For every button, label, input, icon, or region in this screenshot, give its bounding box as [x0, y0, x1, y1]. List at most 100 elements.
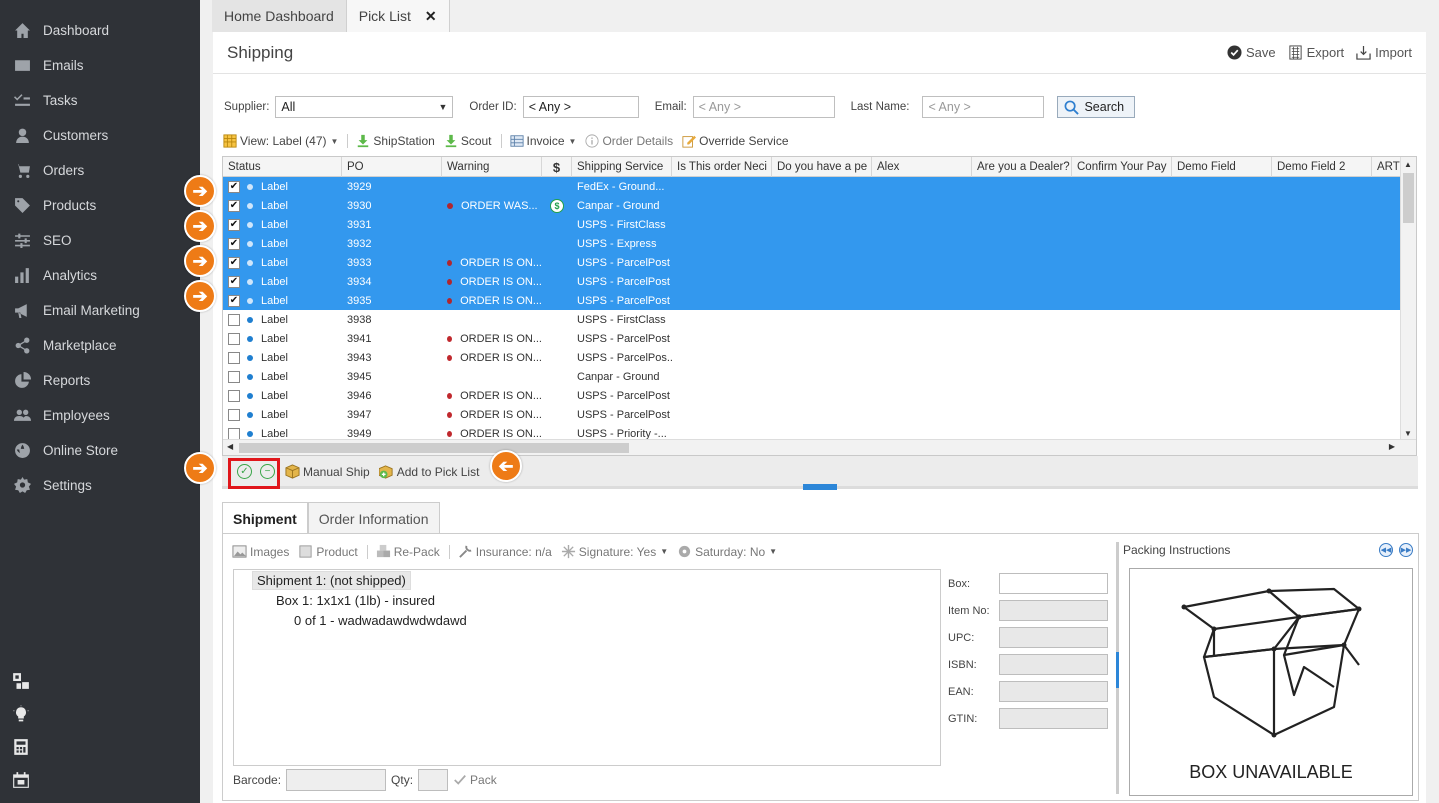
sidebar-item-online-store[interactable]: Online Store	[0, 433, 200, 468]
table-row[interactable]: Label 3947 ORDER IS ON... USPS - ParcelPost	[223, 405, 1416, 424]
vertical-splitter[interactable]	[1116, 542, 1119, 794]
override-service-button[interactable]: Override Service	[682, 134, 789, 148]
tree-node-shipment[interactable]: Shipment 1: (not shipped)	[252, 571, 411, 590]
column-header-shipping-service[interactable]: Shipping Service	[572, 157, 672, 177]
column-header-arth[interactable]: ARTH	[1372, 157, 1402, 177]
vertical-scrollbar[interactable]: ▲ ▼	[1400, 157, 1416, 441]
previous-icon[interactable]: ◀◀	[1379, 543, 1393, 557]
signature-button[interactable]: Signature: Yes ▼	[561, 544, 668, 559]
column-header-confirm-pay[interactable]: Confirm Your Pay	[1072, 157, 1172, 177]
column-header-custom-1[interactable]: Is This order Neci	[672, 157, 772, 177]
row-checkbox[interactable]: ✔	[228, 294, 240, 307]
next-icon[interactable]: ▶▶	[1399, 543, 1413, 557]
scroll-left-icon[interactable]: ◀	[227, 442, 233, 451]
horizontal-scrollbar[interactable]: ◀ ▶	[223, 439, 1416, 455]
sidebar-item-reports[interactable]: Reports	[0, 363, 200, 398]
column-header-po[interactable]: PO	[342, 157, 442, 177]
row-checkbox[interactable]	[228, 427, 240, 440]
tab-order-information[interactable]: Order Information	[307, 502, 440, 534]
row-checkbox[interactable]	[228, 332, 240, 345]
table-row[interactable]: ✔ Label 3930 ORDER WAS... $ Canpar - Ground	[223, 196, 1416, 215]
invoice-button[interactable]: Invoice ▼	[509, 134, 576, 148]
shipstation-button[interactable]: ShipStation	[356, 134, 435, 148]
column-header-alex[interactable]: Alex	[872, 157, 972, 177]
splitter-handle[interactable]	[803, 484, 837, 490]
tree-node-item[interactable]: 0 of 1 - wadwadawdwdwdawd	[294, 613, 467, 628]
column-header-money[interactable]: $	[542, 157, 572, 177]
repack-button[interactable]: Re-Pack	[376, 544, 440, 559]
tab-shipment[interactable]: Shipment	[222, 502, 308, 534]
column-header-dealer[interactable]: Are you a Dealer?	[972, 157, 1072, 177]
supplier-select[interactable]: All ▼	[275, 96, 454, 118]
table-row[interactable]: ✔ Label 3935 ORDER IS ON... USPS - ParcelPos…	[223, 291, 1416, 310]
sidebar-item-products[interactable]: Products	[0, 188, 200, 223]
product-button[interactable]: Product	[298, 544, 358, 559]
email-input[interactable]: < Any >	[692, 96, 835, 118]
table-row[interactable]: Label 3946 ORDER IS ON... USPS - ParcelPost	[223, 386, 1416, 405]
sidebar-item-employees[interactable]: Employees	[0, 398, 200, 433]
import-button[interactable]: Import	[1356, 45, 1412, 60]
add-to-pick-list-button[interactable]: Add to Pick List	[378, 464, 479, 479]
row-checkbox[interactable]: ✔	[228, 180, 240, 193]
sidebar-item-marketplace[interactable]: Marketplace	[0, 328, 200, 363]
order-details-button[interactable]: Order Details	[585, 134, 673, 148]
sidebar-item-tasks[interactable]: Tasks	[0, 83, 200, 118]
tab-home-dashboard[interactable]: Home Dashboard	[212, 0, 347, 32]
search-button[interactable]: Search	[1057, 96, 1136, 118]
view-selector[interactable]: View: Label (47) ▼	[223, 134, 338, 148]
tree-node-box[interactable]: Box 1: 1x1x1 (1lb) - insured	[276, 593, 435, 608]
sidebar-item-orders[interactable]: Orders	[0, 153, 200, 188]
images-button[interactable]: Images	[232, 544, 289, 559]
box-input[interactable]	[998, 573, 1108, 594]
row-checkbox[interactable]	[228, 389, 240, 402]
table-row[interactable]: ✔ Label 3933 ORDER IS ON... USPS - ParcelPos…	[223, 253, 1416, 272]
row-checkbox[interactable]	[228, 313, 240, 326]
table-row[interactable]: ✔ Label 3931 USPS - FirstClass	[223, 215, 1416, 234]
save-button[interactable]: Save	[1227, 45, 1276, 60]
scrollbar-thumb[interactable]	[239, 443, 629, 453]
pack-button[interactable]: Pack	[453, 773, 497, 787]
row-checkbox[interactable]: ✔	[228, 199, 240, 212]
column-header-custom-2[interactable]: Do you have a pe	[772, 157, 872, 177]
row-checkbox[interactable]: ✔	[228, 237, 240, 250]
splitter-handle[interactable]	[1116, 652, 1119, 688]
manual-ship-button[interactable]: Manual Ship	[285, 464, 370, 479]
row-checkbox[interactable]: ✔	[228, 275, 240, 288]
row-checkbox[interactable]	[228, 351, 240, 364]
saturday-button[interactable]: Saturday: No ▼	[677, 544, 777, 559]
table-row[interactable]: Label 3938 USPS - FirstClass	[223, 310, 1416, 329]
sidebar-item-email-marketing[interactable]: Email Marketing	[0, 293, 200, 328]
row-checkbox[interactable]: ✔	[228, 218, 240, 231]
scroll-right-icon[interactable]: ▶	[1389, 442, 1395, 451]
sidebar-item-seo[interactable]: SEO	[0, 223, 200, 258]
insurance-button[interactable]: Insurance: n/a	[458, 544, 552, 559]
table-row[interactable]: ✔ Label 3932 USPS - Express	[223, 234, 1416, 253]
column-header-warning[interactable]: Warning	[442, 157, 542, 177]
qty-input[interactable]	[418, 769, 449, 791]
sidebar-item-dashboard[interactable]: Dashboard	[0, 13, 200, 48]
table-row[interactable]: Label 3945 Canpar - Ground	[223, 367, 1416, 386]
sidebar-item-analytics[interactable]: Analytics	[0, 258, 200, 293]
column-header-demo-field-2[interactable]: Demo Field 2	[1272, 157, 1372, 177]
calendar-icon[interactable]	[10, 769, 32, 791]
table-row[interactable]: Label 3941 ORDER IS ON... USPS - ParcelPost	[223, 329, 1416, 348]
close-icon[interactable]: ✕	[425, 8, 437, 25]
layout-icon[interactable]	[10, 670, 32, 692]
order-id-input[interactable]: < Any >	[522, 96, 639, 118]
row-checkbox[interactable]	[228, 370, 240, 383]
sidebar-item-customers[interactable]: Customers	[0, 118, 200, 153]
sidebar-item-emails[interactable]: Emails	[0, 48, 200, 83]
scroll-up-icon[interactable]: ▲	[1404, 160, 1412, 169]
table-row[interactable]: ✔ Label 3929 FedEx - Ground...	[223, 177, 1416, 196]
row-checkbox[interactable]	[228, 408, 240, 421]
table-row[interactable]: Label 3943 ORDER IS ON... USPS - ParcelPos.…	[223, 348, 1416, 367]
table-row[interactable]: ✔ Label 3934 ORDER IS ON... USPS - ParcelPos…	[223, 272, 1416, 291]
export-button[interactable]: Export	[1288, 45, 1344, 60]
column-header-demo-field[interactable]: Demo Field	[1172, 157, 1272, 177]
column-header-status[interactable]: Status	[223, 157, 342, 177]
deselect-all-button[interactable]: −	[260, 464, 275, 479]
barcode-input[interactable]	[286, 769, 387, 791]
tab-pick-list[interactable]: Pick List ✕	[346, 0, 450, 32]
calculator-icon[interactable]	[10, 736, 32, 758]
sidebar-item-settings[interactable]: Settings	[0, 468, 200, 503]
